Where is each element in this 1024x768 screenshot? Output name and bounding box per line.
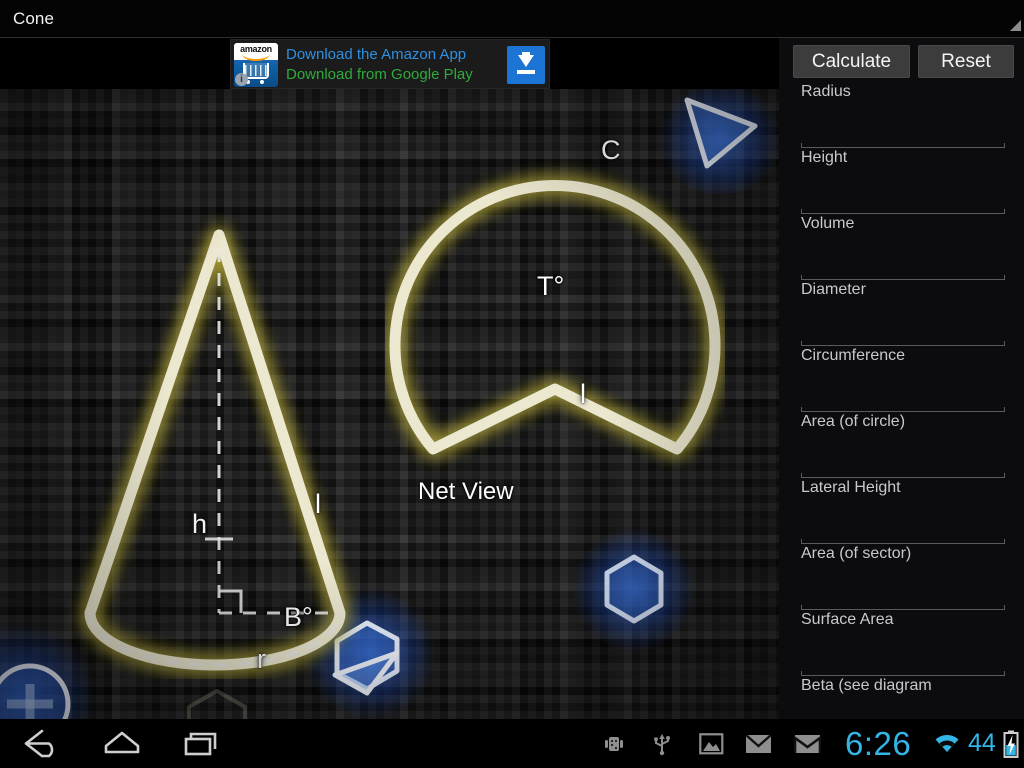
arrow-head	[518, 55, 534, 67]
mail-icon	[739, 719, 777, 768]
field-label: Beta (see diagram	[801, 677, 932, 694]
android-debug-icon	[595, 719, 633, 768]
field-label: Radius	[801, 83, 851, 100]
gmail-icon	[788, 719, 826, 768]
field-underline	[801, 539, 1005, 544]
field-input[interactable]	[801, 635, 1005, 671]
field-underline	[801, 407, 1005, 412]
ad-headline: Download the Amazon App	[286, 46, 467, 63]
field-input[interactable]	[801, 371, 1005, 407]
amazon-wordmark: amazon	[240, 44, 272, 54]
field-row: Height	[801, 149, 1011, 215]
app-root: Cone amazon i Download the Amazon App Do…	[0, 0, 1024, 768]
home-icon[interactable]	[82, 719, 162, 768]
field-input[interactable]	[801, 173, 1005, 209]
results-panel: Calculate Reset Radius Height Volume Diamet…	[779, 38, 1024, 719]
page-title: Cone	[13, 9, 55, 28]
field-label: Height	[801, 149, 848, 166]
title-bar: Cone	[0, 0, 1024, 38]
field-underline	[801, 605, 1005, 610]
field-row: Beta (see diagram	[801, 677, 1011, 719]
field-row: Surface Area	[801, 611, 1011, 677]
canvas-vignette	[0, 89, 779, 719]
wifi-icon	[928, 719, 966, 768]
field-input[interactable]	[801, 305, 1005, 341]
diagram-canvas[interactable]: h l r B° C T° l Net View	[0, 89, 779, 719]
ad-info-badge[interactable]: i	[235, 73, 248, 86]
back-icon[interactable]	[2, 719, 82, 768]
field-input[interactable]	[801, 107, 1005, 143]
system-navigation-bar: 6:26 44	[0, 719, 1024, 768]
field-underline	[801, 275, 1005, 280]
field-row: Diameter	[801, 281, 1011, 347]
field-underline	[801, 473, 1005, 478]
field-row: Area (of sector)	[801, 545, 1011, 611]
usb-icon	[644, 719, 680, 768]
field-label: Surface Area	[801, 611, 894, 628]
amazon-app-icon: amazon i	[234, 43, 278, 87]
field-row: Volume	[801, 215, 1011, 281]
field-label: Area (of sector)	[801, 545, 912, 562]
status-clock: 6:26	[845, 724, 912, 762]
battery-percent-label: 44	[968, 729, 996, 757]
field-input[interactable]	[801, 437, 1005, 473]
field-input[interactable]	[801, 569, 1005, 605]
ad-subline: Download from Google Play	[286, 66, 473, 83]
field-underline	[801, 341, 1005, 346]
field-row: Lateral Height	[801, 479, 1011, 545]
reset-button[interactable]: Reset	[918, 45, 1014, 78]
field-input[interactable]	[801, 239, 1005, 275]
field-input[interactable]	[801, 701, 1005, 719]
cart-wheel-right-icon	[260, 80, 264, 84]
field-input[interactable]	[801, 503, 1005, 539]
overflow-triangle-icon[interactable]	[1010, 20, 1021, 31]
field-underline	[801, 209, 1005, 214]
calculate-button[interactable]: Calculate	[793, 45, 910, 78]
field-label: Circumference	[801, 347, 906, 364]
panel-button-row: Calculate Reset	[779, 45, 1024, 79]
field-label: Area (of circle)	[801, 413, 906, 430]
field-row: Area (of circle)	[801, 413, 1011, 479]
cart-grid-icon	[245, 65, 267, 76]
field-label: Lateral Height	[801, 479, 901, 496]
field-label: Volume	[801, 215, 855, 232]
recents-icon[interactable]	[162, 719, 242, 768]
field-underline	[801, 671, 1005, 676]
amazon-ad-banner[interactable]: amazon i Download the Amazon App Downloa…	[230, 39, 550, 89]
field-underline	[801, 143, 1005, 148]
battery-charging-icon	[1000, 719, 1022, 768]
arrow-base	[517, 70, 535, 74]
field-row: Circumference	[801, 347, 1011, 413]
download-arrow-icon[interactable]	[507, 46, 545, 84]
field-row: Radius	[801, 83, 1011, 149]
field-label: Diameter	[801, 281, 866, 298]
image-icon	[692, 719, 730, 768]
